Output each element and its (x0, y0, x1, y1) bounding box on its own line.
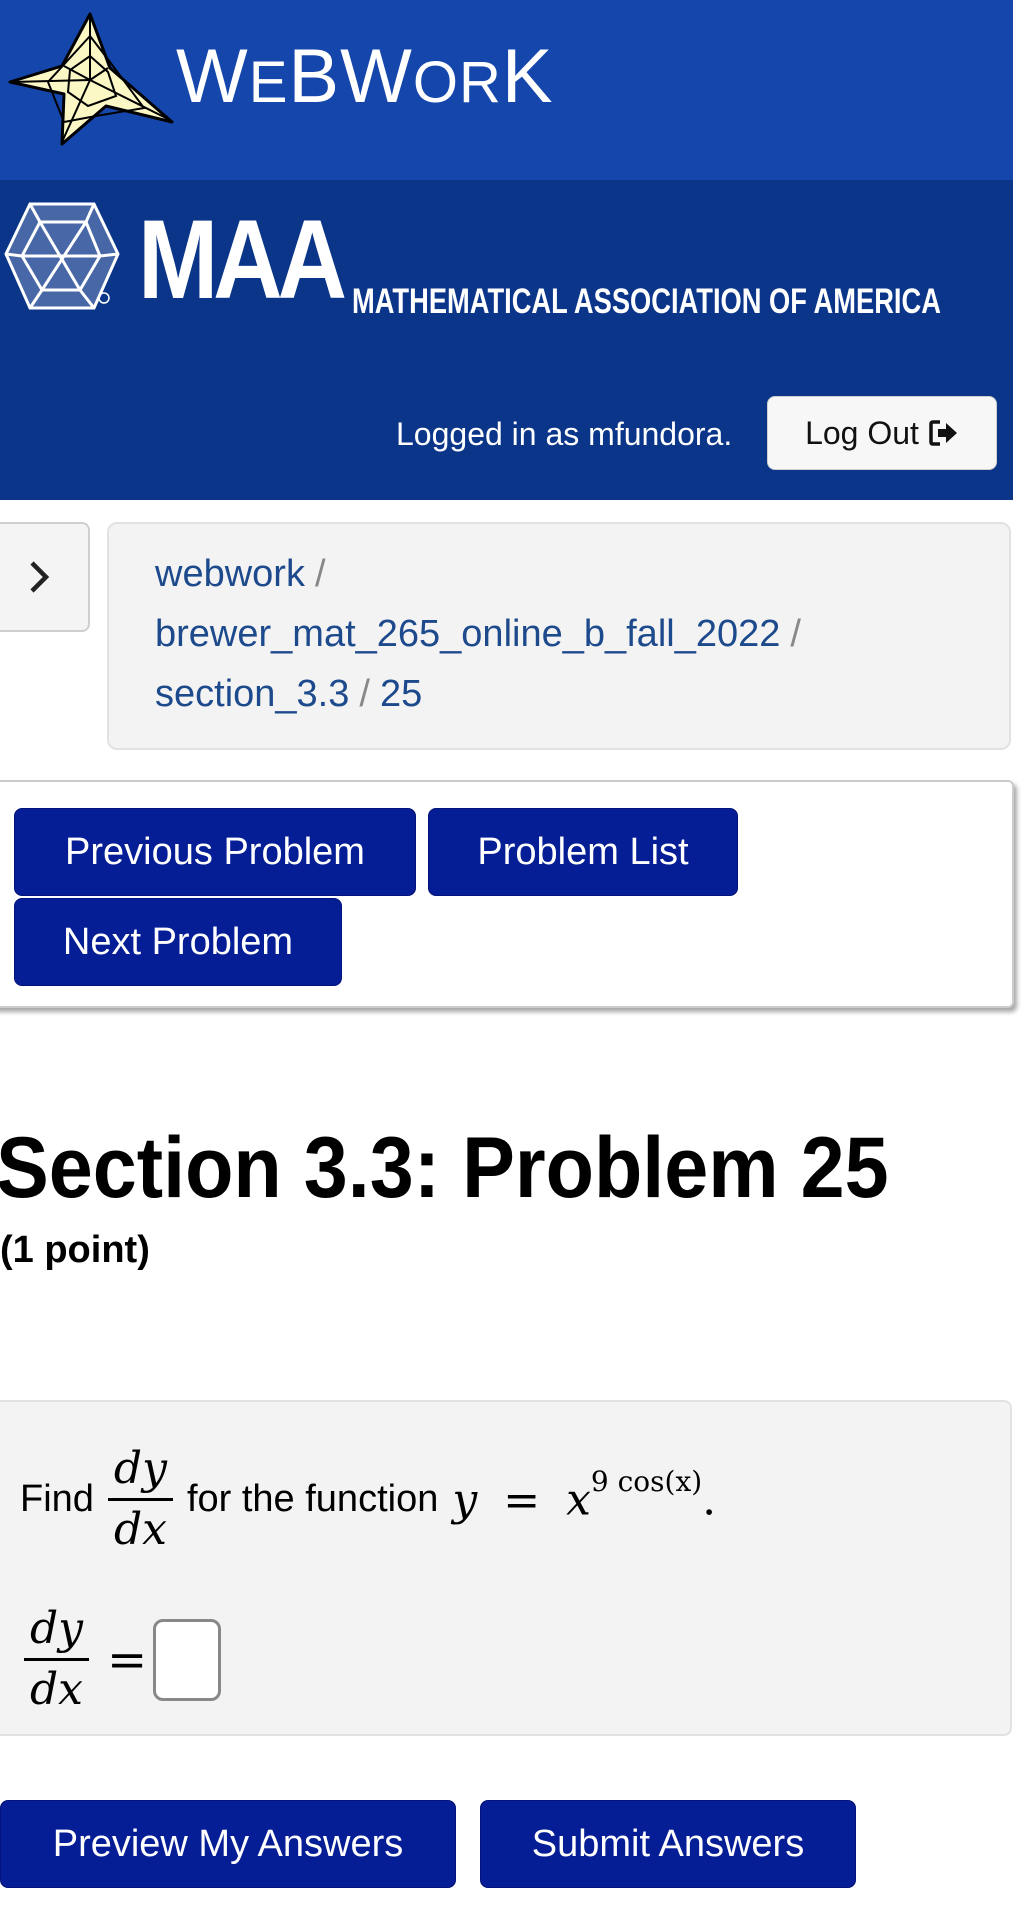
sidebar-toggle-button[interactable] (0, 522, 90, 632)
breadcrumb-separator: / (790, 613, 801, 655)
problem-points: (1 point) (0, 1229, 150, 1271)
breadcrumb-link-set[interactable]: section_3.3 (155, 673, 349, 715)
previous-problem-button[interactable]: Previous Problem (14, 808, 416, 896)
function-equation: y = x9 cos(x). (452, 1465, 717, 1526)
equation-exponent: 9 cos(x) (590, 1465, 703, 1499)
maa-abbreviation: MAA (138, 197, 347, 322)
problem-list-button[interactable]: Problem List (428, 808, 738, 896)
problem-statement: Find dy dx for the function y = x9 cos(x… (20, 1442, 716, 1557)
logged-in-status: Logged in as mfundora. (396, 416, 733, 452)
maa-full-name: MATHEMATICAL ASSOCIATION OF AMERICA (352, 282, 941, 321)
fraction-numerator: dy (24, 1602, 90, 1661)
problem-body: Find dy dx for the function y = x9 cos(x… (0, 1400, 1012, 1736)
answer-input[interactable] (153, 1618, 222, 1701)
equation-period: . (702, 1474, 717, 1526)
next-problem-button[interactable]: Next Problem (14, 898, 342, 986)
equation-equals: = (503, 1474, 541, 1526)
breadcrumb-separator: / (314, 553, 326, 595)
find-text: Find (20, 1478, 94, 1520)
breadcrumb-link-webwork[interactable]: webwork (155, 553, 305, 595)
problem-navigation: Previous Problem Problem List Next Probl… (0, 780, 1014, 1008)
fraction-numerator: dy (107, 1442, 173, 1501)
breadcrumb-current-problem: 25 (379, 673, 423, 715)
webwork-spiderweb-star-icon (8, 12, 174, 146)
webwork-header: WEBWORK (0, 0, 1013, 180)
equation-base: x (566, 1474, 591, 1526)
breadcrumb-link-course[interactable]: brewer_mat_265_online_b_fall_2022 (155, 613, 780, 655)
answer-equals: = (107, 1631, 148, 1688)
derivative-fraction: dy dx (107, 1442, 173, 1557)
logout-label: Log Out (805, 414, 919, 451)
webwork-brand-title: WEBWORK (176, 34, 554, 119)
equation-lhs: y (452, 1474, 478, 1526)
breadcrumb: webwork / brewer_mat_265_online_b_fall_20… (107, 522, 1011, 750)
answer-derivative-fraction: dy dx (24, 1602, 90, 1717)
maa-polyhedron-icon (4, 202, 120, 310)
preview-answers-button[interactable]: Preview My Answers (0, 1800, 456, 1888)
answer-row: dy dx = (10, 1602, 222, 1717)
function-text: for the function (186, 1478, 439, 1520)
fraction-denominator: dx (30, 1664, 83, 1715)
page-title: Section 3.3: Problem 25 (0, 1120, 889, 1216)
logout-button[interactable]: Log Out (767, 396, 997, 470)
sign-out-icon (929, 420, 957, 446)
submit-answers-button[interactable]: Submit Answers (480, 1800, 856, 1888)
chevron-right-icon (30, 561, 50, 593)
fraction-denominator: dx (113, 1504, 167, 1555)
institution-header: MAA MATHEMATICAL ASSOCIATION OF AMERICA … (0, 180, 1013, 500)
breadcrumb-separator: / (359, 673, 370, 715)
